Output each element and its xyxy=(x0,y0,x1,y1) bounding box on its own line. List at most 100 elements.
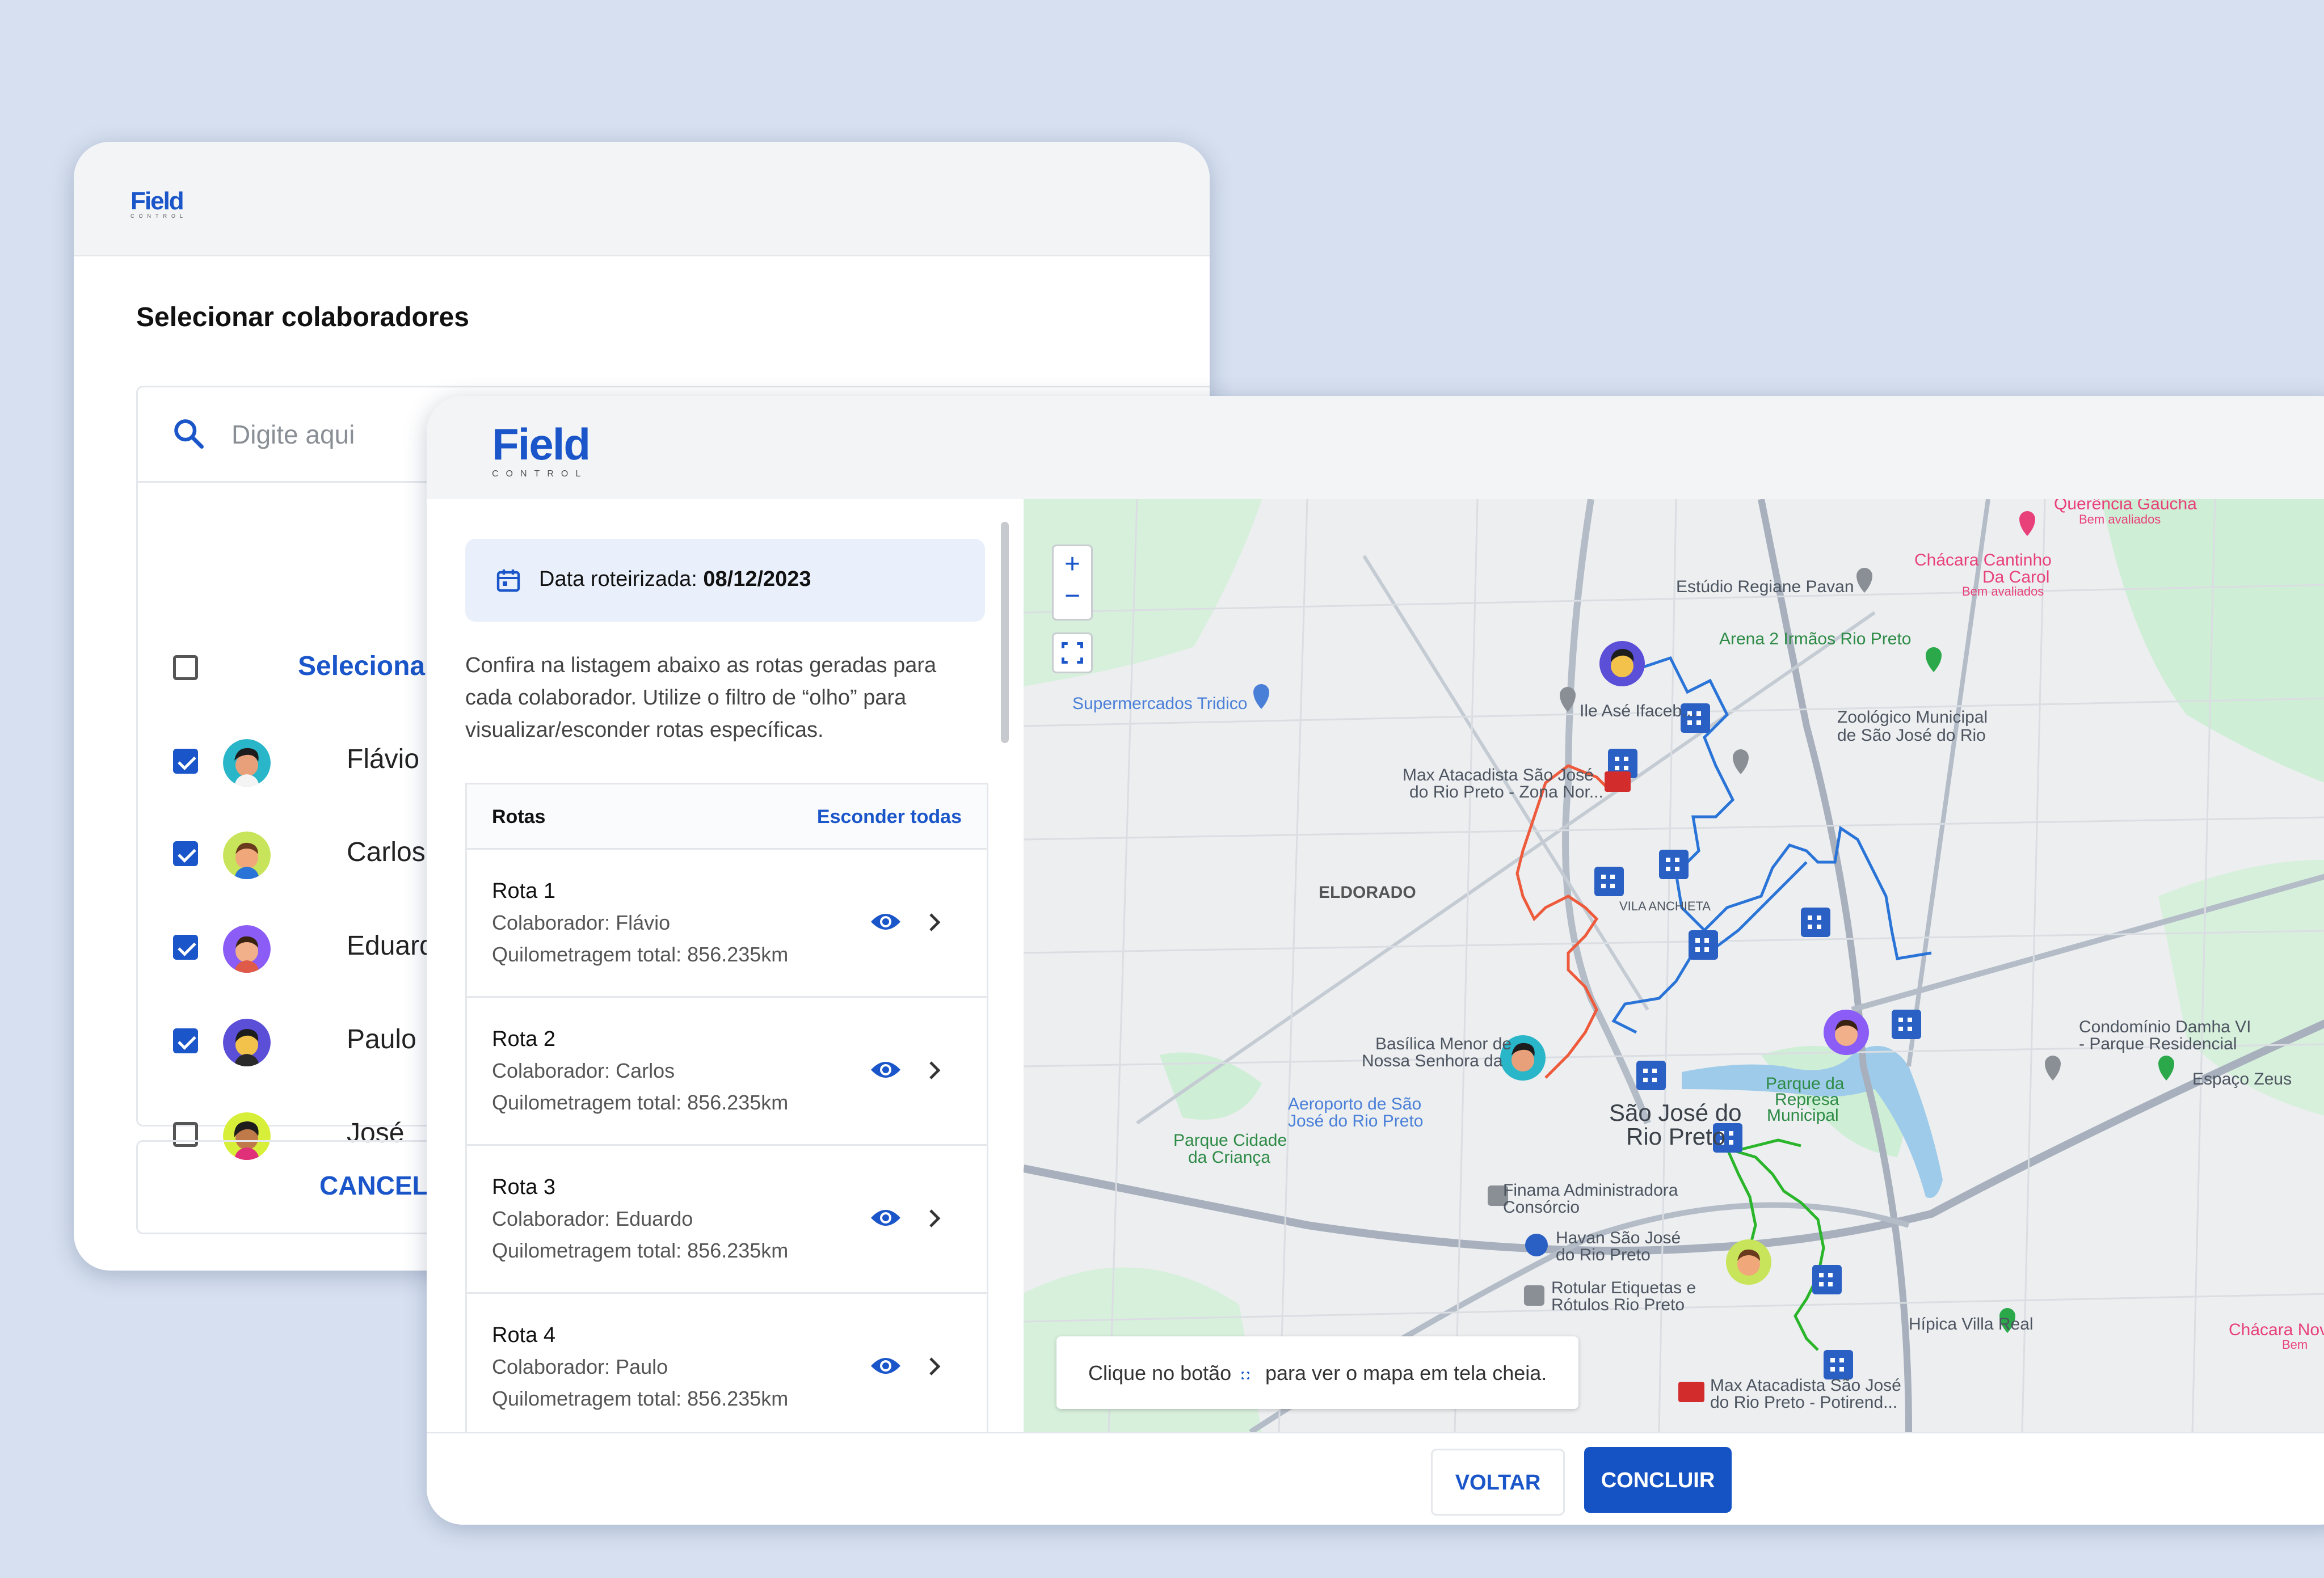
select-all-checkbox[interactable] xyxy=(173,655,198,680)
avatar-paulo xyxy=(223,1019,271,1066)
field-logo: Field CONTROL xyxy=(130,187,187,219)
route-map[interactable]: São José do Rio Preto ELDORADO Estúdio R… xyxy=(1024,499,2324,1432)
routes-header: Rotas Esconder todas xyxy=(467,784,987,850)
avatar-eduardo xyxy=(223,925,271,973)
zoom-in-button[interactable]: + xyxy=(1054,548,1091,580)
eye-icon[interactable] xyxy=(870,910,902,933)
routes-panel: Data roteirizada: 08/12/2023 Confira na … xyxy=(427,499,1024,1442)
page-title: Selecionar colaboradores xyxy=(136,302,469,332)
date-value: 08/12/2023 xyxy=(703,567,811,591)
map-label: Havan São José xyxy=(1556,1229,1681,1247)
route-name: Rota 3 xyxy=(492,1175,555,1199)
map-label: Rótulos Rio Preto xyxy=(1551,1296,1685,1314)
route-name: Rota 4 xyxy=(492,1323,555,1347)
date-text: Data roteirizada: 08/12/2023 xyxy=(539,567,811,592)
map-label: - Parque Residencial xyxy=(2079,1035,2237,1053)
map-label: Chácara Cantinho xyxy=(1914,551,2052,569)
collaborator-name: Paulo xyxy=(347,1024,416,1054)
hint-text: para ver o mapa em tela cheia. xyxy=(1265,1361,1547,1385)
route-item[interactable]: Rota 1 Colaborador: Flávio Quilometragem… xyxy=(467,850,987,998)
fullscreen-hint: Clique no botão para ver o mapa em tela … xyxy=(1056,1336,1578,1409)
back-label: VOLTAR xyxy=(1455,1471,1541,1495)
route-item[interactable]: Rota 3 Colaborador: Eduardo Quilometrage… xyxy=(467,1146,987,1294)
map-label: Parque Cidade xyxy=(1173,1131,1287,1150)
route-collaborator: Colaborador: Eduardo xyxy=(492,1207,693,1230)
map-label: ELDORADO xyxy=(1319,883,1416,902)
hide-all-link[interactable]: Esconder todas xyxy=(817,806,962,828)
top-bar xyxy=(74,142,1210,256)
routes-header-label: Rotas xyxy=(492,806,546,828)
eye-icon[interactable] xyxy=(870,1058,902,1081)
field-logo: Field CONTROL xyxy=(492,419,591,479)
route-collaborator: Colaborador: Flávio xyxy=(492,911,671,934)
route-km: Quilometragem total: 856.235km xyxy=(492,943,789,966)
fullscreen-button[interactable] xyxy=(1052,632,1093,673)
logo-subtext: CONTROL xyxy=(492,469,588,479)
search-icon xyxy=(174,419,204,449)
map-label: Bem avaliados xyxy=(1962,584,2044,598)
fullscreen-icon xyxy=(1241,1372,1249,1379)
map-label: do Rio Preto - Zona Nor... xyxy=(1409,783,1603,801)
route-item[interactable]: Rota 4 Colaborador: Paulo Quilometragem … xyxy=(467,1294,987,1442)
map-label: do Rio Preto xyxy=(1556,1246,1651,1264)
zoom-out-button[interactable]: − xyxy=(1054,580,1091,611)
chevron-right-icon[interactable] xyxy=(925,1355,942,1378)
eye-icon[interactable] xyxy=(870,1206,902,1229)
map-label: Bem xyxy=(2282,1337,2308,1352)
map-label: Consórcio xyxy=(1503,1198,1580,1217)
back-button[interactable]: VOLTAR xyxy=(1431,1449,1565,1516)
map-label: Condomínio Damha VI xyxy=(2079,1018,2251,1036)
checkbox-eduardo[interactable] xyxy=(173,935,198,960)
chevron-right-icon[interactable] xyxy=(925,1207,942,1230)
route-item[interactable]: Rota 2 Colaborador: Carlos Quilometragem… xyxy=(467,998,987,1146)
calendar-icon xyxy=(496,569,520,592)
top-bar xyxy=(427,396,2324,500)
description: Confira na listagem abaixo as rotas gera… xyxy=(465,653,937,742)
logo-text: Field xyxy=(492,419,591,469)
logo-subtext: CONTROL xyxy=(130,213,188,219)
route-km: Quilometragem total: 856.235km xyxy=(492,1239,789,1262)
hint-text: Clique no botão xyxy=(1088,1361,1232,1385)
eye-icon[interactable] xyxy=(870,1355,902,1377)
route-km: Quilometragem total: 856.235km xyxy=(492,1091,789,1114)
map-label: VILA ANCHIETA xyxy=(1619,899,1711,913)
map-label: Nossa Senhora da xyxy=(1362,1052,1503,1070)
map-label: Rotular Etiquetas e xyxy=(1551,1279,1696,1297)
route-collaborator: Colaborador: Paulo xyxy=(492,1355,668,1378)
finish-button[interactable]: CONCLUIR xyxy=(1584,1447,1732,1513)
routes-table: Rotas Esconder todas Rota 1 Colaborador:… xyxy=(465,783,988,1442)
checkbox-carlos[interactable] xyxy=(173,841,198,866)
map-label: José do Rio Preto xyxy=(1288,1112,1423,1130)
collaborator-name: Flávio xyxy=(347,744,420,774)
chevron-right-icon[interactable] xyxy=(925,1059,942,1082)
map-label: Basílica Menor de xyxy=(1375,1035,1512,1053)
route-collaborator: Colaborador: Carlos xyxy=(492,1059,675,1082)
map-label: Bem avaliados xyxy=(2079,512,2161,526)
avatar-flavio xyxy=(223,739,271,787)
checkbox-flavio[interactable] xyxy=(173,749,198,774)
routed-date: Data roteirizada: 08/12/2023 xyxy=(465,539,985,622)
date-label: Data roteirizada: xyxy=(539,567,697,591)
map-label: Max Atacadista São José xyxy=(1710,1376,1901,1395)
scrollbar[interactable] xyxy=(1001,522,1009,743)
map-canvas[interactable]: São José do Rio Preto ELDORADO Estúdio R… xyxy=(1024,499,2324,1432)
zoom-control: + − xyxy=(1052,545,1093,621)
fullscreen-icon xyxy=(1062,642,1083,664)
search-placeholder: Digite aqui xyxy=(231,420,355,449)
finish-label: CONCLUIR xyxy=(1601,1469,1715,1492)
map-label: Zoológico Municipal xyxy=(1837,708,1988,727)
map-label: Ile Asé Ifaceb... xyxy=(1580,702,1696,720)
route-name: Rota 1 xyxy=(492,879,555,903)
map-label: Finama Administradora xyxy=(1503,1181,1678,1200)
map-label: Hípica Villa Real xyxy=(1909,1315,2034,1334)
chevron-right-icon[interactable] xyxy=(925,911,942,934)
checkbox-paulo[interactable] xyxy=(173,1028,198,1053)
map-label: Municipal xyxy=(1767,1106,1839,1125)
route-km: Quilometragem total: 856.235km xyxy=(492,1387,789,1410)
map-label: de São José do Rio xyxy=(1837,726,1986,745)
avatar-carlos xyxy=(223,832,271,879)
map-label-city: Rio Preto xyxy=(1626,1123,1725,1150)
route-name: Rota 2 xyxy=(492,1027,555,1051)
map-label: Supermercados Tridico xyxy=(1072,694,1247,713)
map-label: do Rio Preto - Potirend... xyxy=(1710,1393,1897,1412)
